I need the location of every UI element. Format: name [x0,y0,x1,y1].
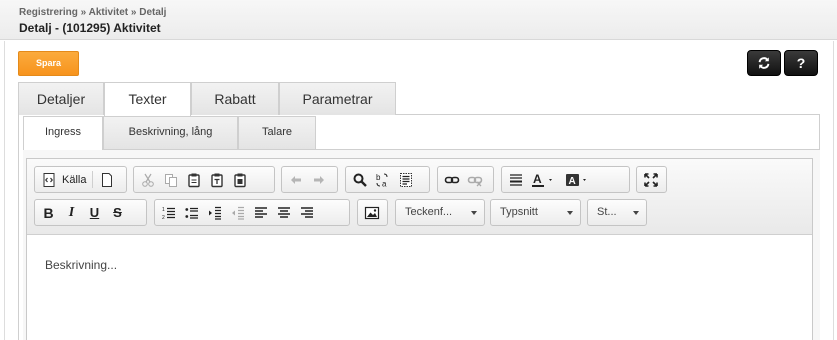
size-select[interactable]: St... [587,199,647,226]
image-icon[interactable] [360,202,383,223]
tab-detaljer[interactable]: Detaljer [18,82,104,115]
refresh-icon [758,57,770,69]
align-left-icon[interactable] [249,202,272,223]
refresh-button[interactable] [747,50,781,76]
text-color-icon[interactable]: A [527,169,561,190]
tab-talare[interactable]: Talare [238,116,316,149]
redo-icon[interactable] [307,169,330,190]
align-right-icon[interactable] [295,202,318,223]
svg-text:b: b [376,173,381,182]
breadcrumb: Registrering » Aktivitet » Detalj [19,7,167,18]
page-title: Detalj - (101295) Aktivitet [19,21,161,35]
indent-icon[interactable] [203,202,226,223]
toolbar-group-clipboard [133,166,275,193]
undo-icon[interactable] [284,169,307,190]
select-all-icon[interactable] [394,169,417,190]
new-page-icon[interactable] [95,169,118,190]
rich-text-editor: Källa b a A A B I U S 1 2 Teckenf... Typ… [26,158,813,340]
paste-icon[interactable] [182,169,205,190]
tab-texter[interactable]: Texter [104,82,191,116]
header-bar: Registrering » Aktivitet » Detalj Detalj… [0,0,837,40]
font-select[interactable]: Typsnitt [490,199,581,226]
underline-button[interactable]: U [83,202,106,223]
cut-icon[interactable] [136,169,159,190]
svg-text:1: 1 [162,207,165,213]
svg-text:A: A [533,172,542,186]
tab-rabatt[interactable]: Rabatt [191,82,279,115]
italic-button[interactable]: I [60,202,83,223]
source-icon [37,169,60,190]
toolbar-group-insert: A A [501,166,630,193]
format-select-value: Teckenf... [405,206,453,218]
toolbar-group-image [357,199,388,226]
toolbar-separator [92,171,94,188]
toolbar-group-basic-styles: B I U S [34,199,147,226]
size-select-value: St... [597,206,617,218]
svg-text:a: a [382,179,387,188]
maximize-icon[interactable] [639,169,662,190]
toolbar-group-find: ba [345,166,430,193]
svg-text:2: 2 [162,215,165,221]
toolbar-group-view [636,166,667,193]
save-button[interactable]: Spara [18,51,79,76]
toolbar-group-document: Källa [34,166,127,193]
svg-text:A: A [569,176,576,187]
chevron-down-icon [567,211,573,215]
copy-icon[interactable] [159,169,182,190]
background-color-icon[interactable]: A [561,169,595,190]
paste-word-icon[interactable] [228,169,251,190]
toolbar-group-history [281,166,338,193]
link-icon[interactable] [440,169,463,190]
numbered-list-icon[interactable]: 12 [157,202,180,223]
tab-parametrar[interactable]: Parametrar [279,82,396,115]
find-icon[interactable] [348,169,371,190]
chevron-down-icon [471,211,477,215]
bold-button[interactable]: B [37,202,60,223]
unlink-icon[interactable] [463,169,486,190]
format-select[interactable]: Teckenf... [395,199,485,226]
bullet-list-icon[interactable] [180,202,203,223]
paste-text-icon[interactable] [205,169,228,190]
strikethrough-button[interactable]: S [106,202,129,223]
help-button[interactable]: ? [784,50,818,76]
horizontal-rule-icon[interactable] [504,169,527,190]
outdent-icon[interactable] [226,202,249,223]
align-center-icon[interactable] [272,202,295,223]
tab-ingress[interactable]: Ingress [23,116,103,150]
editor-toolbar: Källa b a A A B I U S 1 2 Teckenf... Typ… [27,159,812,235]
toolbar-group-paragraph: 12 [154,199,350,226]
replace-icon[interactable]: ba [371,169,394,190]
editor-content-area[interactable]: Beskrivning... [45,258,117,272]
font-select-value: Typsnitt [500,206,538,218]
chevron-down-icon [633,211,639,215]
tab-beskrivning-lang[interactable]: Beskrivning, lång [103,116,238,149]
source-button[interactable]: Källa [60,174,90,186]
toolbar-group-links [437,166,494,193]
